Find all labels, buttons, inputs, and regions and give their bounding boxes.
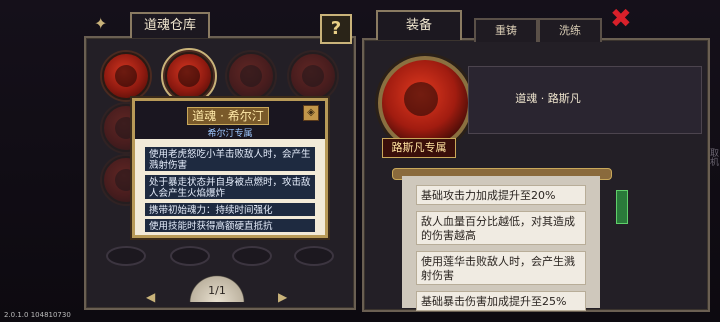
empty-slot [170,246,210,266]
effect-item-3: 使用莲华击败敌人时，会产生溅射伤害 [416,251,586,285]
tooltip-effect-4: 使用技能时获得高额硬直抵抗 [145,219,315,232]
equipped-soul-name: 道魂 · 路斯凡 [515,92,581,105]
warehouse-title: 道魂仓库 [130,12,210,38]
warehouse-title-text: 道魂仓库 [143,18,196,33]
tooltip-effect-3: 携带初始魂力：持续时间强化 [145,203,315,216]
side-tag [616,190,628,224]
soul-emblem-icon [115,65,137,87]
tooltip-effect-2: 处于暴走状态并自身被点燃时，攻击敌人会产生火焰爆炸 [145,175,315,199]
side-label: 取机 [708,148,718,166]
tooltip-effect-1: 使用老虎怒吃小羊击败敌人时，会产生溅射伤害 [145,147,315,171]
equipped-soul-orb[interactable] [378,56,472,150]
pinwheel-icon: ✖ [610,4,632,34]
soul-emblem-icon [240,65,262,87]
empty-slot [232,246,272,266]
soul-orb-selected[interactable] [161,48,217,104]
prev-page-button[interactable]: ◀ [146,290,155,304]
tooltip-soul-name: 道魂 · 希尔汀 [187,107,269,125]
page-indicator: 1/1 [208,284,226,297]
equip-title: 装备 [376,10,462,40]
soul-tooltip: 道魂 · 希尔汀 希尔汀专属 ◈ 使用老虎怒吃小羊击败敌人时，会产生溅射伤害 处… [132,98,328,238]
next-page-button[interactable]: ▶ [278,290,287,304]
equip-title-text: 装备 [405,18,432,33]
soul-orb-3[interactable] [227,52,275,100]
soul-orb-4[interactable] [289,52,337,100]
help-button[interactable]: ? [320,14,352,44]
tab-refine[interactable]: 洗练 [538,18,602,42]
help-icon: ? [330,18,342,39]
effect-item-4: 基础暴击伤害加成提升至25% [416,291,586,311]
selection-ring [161,48,217,104]
tab-reforge[interactable]: 重铸 [474,18,538,42]
soul-orb-1[interactable] [102,52,150,100]
tab-reforge-label: 重铸 [495,24,517,37]
soul-emblem-icon [302,65,324,87]
effect-item-1: 基础攻击力加成提升至20% [416,185,586,205]
empty-slot [294,246,334,266]
badge-icon: ◈ [303,105,319,121]
version-label: 2.0.1.0 104810730 [4,311,71,319]
exclusive-banner: 路斯凡专属 [382,138,456,158]
tab-refine-label: 洗练 [559,24,581,37]
warehouse-ornament-icon: ✦ [94,14,108,33]
tooltip-exclusive: 希尔汀专属 [207,129,253,139]
empty-slot [106,246,146,266]
soul-emblem-icon [404,82,438,116]
effect-item-2: 敌人血量百分比越低，对其造成的伤害越高 [416,211,586,245]
